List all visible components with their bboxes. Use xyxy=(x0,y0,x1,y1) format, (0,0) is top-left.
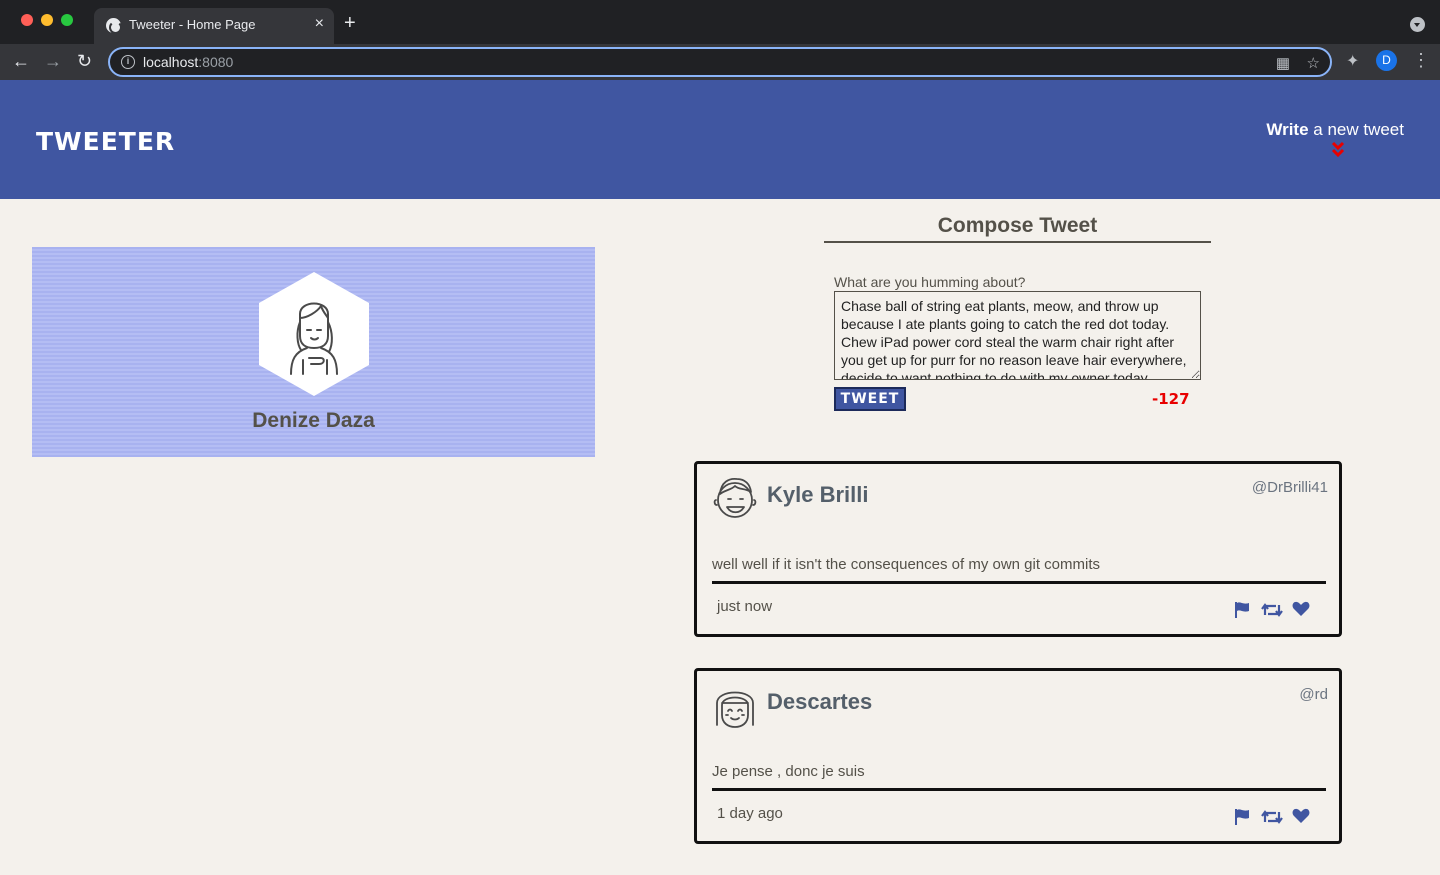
close-window-button[interactable] xyxy=(21,14,33,26)
tweet-author-name: Descartes xyxy=(767,689,873,714)
double-chevron-down-icon[interactable] xyxy=(1331,141,1345,157)
tweet-divider xyxy=(712,788,1326,791)
tweet-actions xyxy=(1234,808,1314,826)
tweet-author-handle: @DrBrilli41 xyxy=(1251,479,1328,496)
maximize-window-button[interactable] xyxy=(61,14,73,26)
tweet-actions xyxy=(1234,601,1314,619)
browser-menu-icon[interactable]: ⋮ xyxy=(1412,49,1430,71)
compose-title: Compose Tweet xyxy=(824,214,1211,243)
tweet-card: Descartes @rd Je pense , donc je suis 1 … xyxy=(694,668,1342,844)
write-rest: a new tweet xyxy=(1308,120,1404,139)
flag-icon[interactable] xyxy=(1234,601,1250,619)
back-arrow-icon[interactable]: ← xyxy=(12,50,30,72)
retweet-icon[interactable] xyxy=(1261,808,1283,826)
tab-strip: Tweeter - Home Page × + xyxy=(0,0,1440,44)
flag-icon[interactable] xyxy=(1234,808,1250,826)
tweet-card: Kyle Brilli @DrBrilli41 well well if it … xyxy=(694,461,1342,637)
tab-search-icon[interactable] xyxy=(1410,17,1425,32)
user-avatar-icon xyxy=(290,302,338,375)
site-navbar: TWEETER Write a new tweet xyxy=(0,80,1440,199)
retweet-icon[interactable] xyxy=(1261,601,1283,619)
tweet-author-handle: @rd xyxy=(1299,686,1328,703)
tweet-author-name: Kyle Brilli xyxy=(767,482,869,507)
brand-logo[interactable]: TWEETER xyxy=(36,127,175,156)
character-counter: -127 xyxy=(1152,390,1190,408)
tweet-button[interactable]: TWEET xyxy=(834,387,906,411)
url-host: localhost xyxy=(143,54,199,70)
forward-arrow-icon[interactable]: → xyxy=(44,50,62,72)
extensions-puzzle-icon[interactable]: ✦ xyxy=(1346,51,1359,71)
browser-toolbar: ← → ↻ i localhost:8080 ▦ ☆ ✦ D ⋮ xyxy=(0,44,1440,80)
tab-title: Tweeter - Home Page xyxy=(129,17,256,32)
user-avatar-icon xyxy=(716,691,754,728)
address-bar[interactable]: i localhost:8080 ▦ ☆ xyxy=(108,47,1332,77)
url-port: :8080 xyxy=(198,54,234,70)
profile-avatar[interactable]: D xyxy=(1376,50,1397,71)
browser-tab[interactable]: Tweeter - Home Page × xyxy=(94,8,334,44)
compose-label: What are you humming about? xyxy=(834,274,1026,290)
bookmark-star-icon[interactable]: ☆ xyxy=(1307,54,1320,72)
new-tab-button[interactable]: + xyxy=(344,12,356,34)
tweet-text: well well if it isn't the consequences o… xyxy=(712,556,1101,573)
heart-icon[interactable] xyxy=(1292,808,1310,824)
profile-card: Denize Daza xyxy=(32,247,595,457)
minimize-window-button[interactable] xyxy=(41,14,53,26)
reload-icon[interactable]: ↻ xyxy=(77,50,92,72)
tweet-text: Je pense , donc je suis xyxy=(712,763,865,780)
tweet-divider xyxy=(712,581,1326,584)
qr-code-icon[interactable]: ▦ xyxy=(1276,54,1290,72)
info-icon[interactable]: i xyxy=(121,55,135,69)
profile-name: Denize Daza xyxy=(252,409,375,432)
tweet-timestamp: 1 day ago xyxy=(717,805,783,822)
tweet-textarea[interactable]: Chase ball of string eat plants, meow, a… xyxy=(834,291,1201,380)
globe-icon xyxy=(106,18,122,34)
write-bold: Write xyxy=(1266,120,1309,139)
browser-window-chrome: Tweeter - Home Page × + ← → ↻ i localhos… xyxy=(0,0,1440,80)
heart-icon[interactable] xyxy=(1292,601,1310,617)
url-text[interactable]: localhost:8080 xyxy=(143,54,233,70)
tweet-timestamp: just now xyxy=(717,598,773,615)
user-avatar-icon xyxy=(713,477,757,518)
profile-avatar-frame xyxy=(259,272,369,396)
write-new-tweet-link[interactable]: Write a new tweet xyxy=(1266,120,1404,140)
close-tab-icon[interactable]: × xyxy=(315,15,324,33)
